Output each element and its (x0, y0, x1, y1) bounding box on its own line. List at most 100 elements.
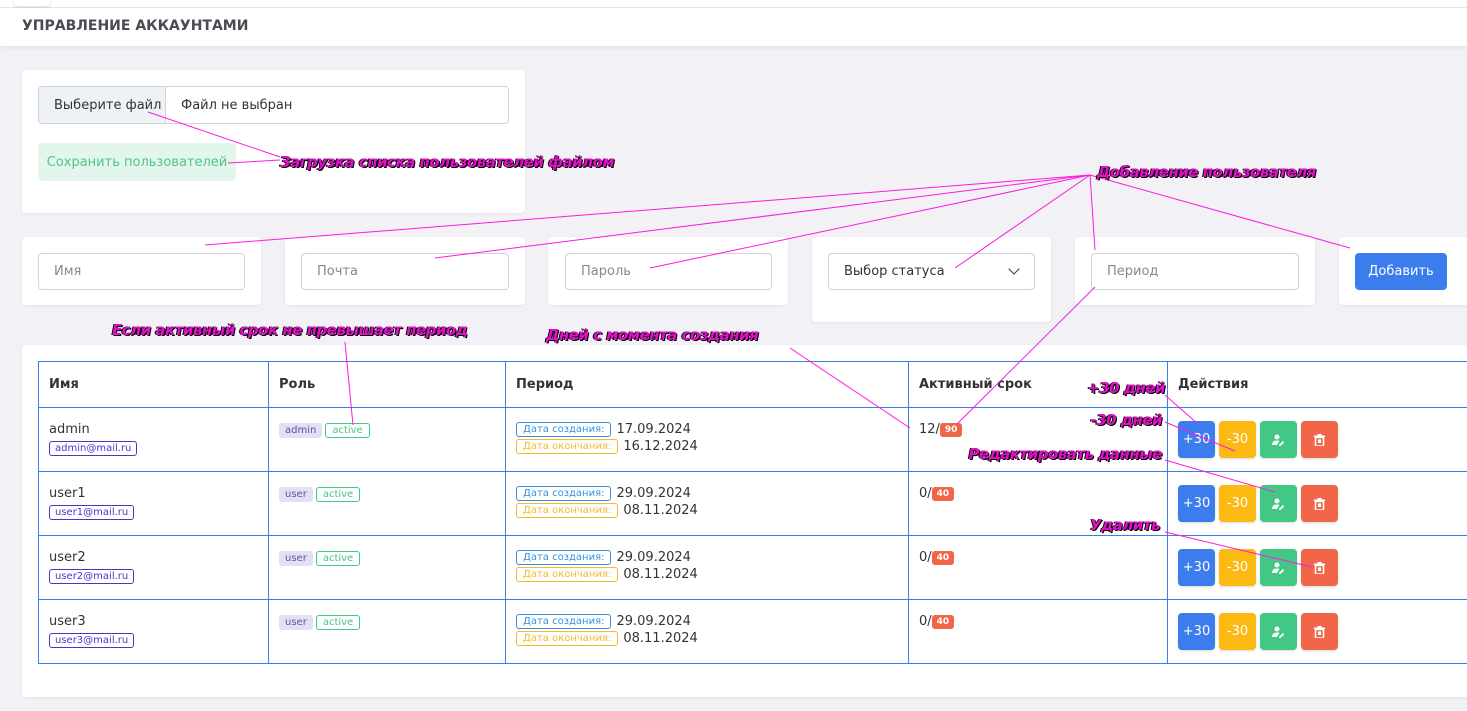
status-badge: active (315, 551, 361, 566)
user-edit-icon (1272, 562, 1285, 574)
created-date: 29.09.2024 (616, 614, 691, 629)
active-term-cell: 0/40 (908, 535, 1168, 600)
top-tab[interactable] (14, 0, 50, 6)
table-row: user3 user3@mail.ru user active Дата созда… (38, 599, 1467, 664)
role-badge: user (279, 551, 313, 566)
annotation-plus30: +30 дней (1087, 379, 1165, 397)
period-input[interactable]: Период (1091, 253, 1299, 290)
user-edit-icon (1272, 434, 1285, 446)
add-user-button[interactable]: Добавить (1355, 253, 1447, 290)
user-email: user3@mail.ru (49, 633, 135, 648)
status-select-value: Выбор статуса (844, 264, 945, 279)
trash-icon (1314, 561, 1325, 574)
user-email: user1@mail.ru (49, 505, 135, 520)
end-label: Дата окончания: (516, 567, 619, 582)
created-date: 29.09.2024 (616, 550, 691, 565)
role-cell: user active (268, 599, 506, 664)
end-date: 08.11.2024 (623, 567, 698, 582)
top-bar (0, 0, 1467, 8)
minus-30-button[interactable]: -30 (1219, 485, 1256, 522)
edit-button[interactable] (1260, 613, 1297, 650)
end-label: Дата окончания: (516, 503, 619, 518)
table-row: user1 user1@mail.ru user active Дата созда… (38, 471, 1467, 536)
period-cell: Дата создания: 29.09.2024 Дата окончания:… (505, 471, 909, 536)
chevron-down-icon (1008, 263, 1020, 275)
user-name: user1 (49, 486, 86, 501)
end-date: 08.11.2024 (623, 631, 698, 646)
role-cell: admin active (268, 407, 506, 472)
file-name-display: Файл не выбран (165, 86, 509, 124)
plus-30-button[interactable]: +30 (1178, 421, 1215, 458)
header-role: Роль (268, 361, 506, 408)
user-edit-icon (1272, 626, 1285, 638)
annotation-if-active: Если активный срок не превышает период (112, 321, 468, 339)
end-label: Дата окончания: (516, 631, 619, 646)
minus-30-button[interactable]: -30 (1219, 549, 1256, 586)
header-name: Имя (38, 361, 269, 408)
period-cell: Дата создания: 17.09.2024 Дата окончания:… (505, 407, 909, 472)
minus-30-button[interactable]: -30 (1219, 421, 1256, 458)
actions-cell: +30 -30 (1167, 535, 1467, 600)
plus-30-button[interactable]: +30 (1178, 549, 1215, 586)
created-label: Дата создания: (516, 550, 612, 565)
status-select[interactable]: Выбор статуса (828, 253, 1035, 290)
plus-30-button[interactable]: +30 (1178, 613, 1215, 650)
save-users-button[interactable]: Сохранить пользователей (38, 143, 236, 181)
annotation-delete: Удалить (1090, 516, 1160, 534)
period-badge: 90 (939, 422, 963, 437)
period-cell: Дата создания: 29.09.2024 Дата окончания:… (505, 599, 909, 664)
delete-button[interactable] (1301, 485, 1338, 522)
table-row: user2 user2@mail.ru user active Дата созда… (38, 535, 1467, 600)
period-badge: 40 (931, 614, 955, 629)
created-label: Дата создания: (516, 486, 612, 501)
active-days: 0/ (919, 486, 932, 501)
created-label: Дата создания: (516, 422, 612, 437)
delete-button[interactable] (1301, 549, 1338, 586)
role-cell: user active (268, 535, 506, 600)
table-header-row: Имя Роль Период Активный срок Действия (38, 361, 1467, 408)
role-cell: user active (268, 471, 506, 536)
password-input[interactable]: Пароль (565, 253, 772, 290)
name-cell: admin admin@mail.ru (38, 407, 269, 472)
annotation-file-upload: Загрузка списка пользователей файлом (280, 153, 615, 171)
created-label: Дата создания: (516, 614, 612, 629)
actions-cell: +30 -30 (1167, 599, 1467, 664)
delete-button[interactable] (1301, 613, 1338, 650)
minus-30-button[interactable]: -30 (1219, 613, 1256, 650)
role-badge: user (279, 487, 313, 502)
annotation-edit: Редактировать данные (968, 445, 1162, 463)
page-title: УПРАВЛЕНИЕ АККАУНТАМИ (22, 18, 249, 34)
period-cell: Дата создания: 29.09.2024 Дата окончания:… (505, 535, 909, 600)
user-name: user3 (49, 614, 86, 629)
delete-button[interactable] (1301, 421, 1338, 458)
edit-button[interactable] (1260, 549, 1297, 586)
header-actions: Действия (1167, 361, 1467, 408)
status-badge: active (315, 487, 361, 502)
trash-icon (1314, 497, 1325, 510)
end-date: 08.11.2024 (623, 503, 698, 518)
name-cell: user3 user3@mail.ru (38, 599, 269, 664)
annotation-minus30: -30 дней (1090, 411, 1163, 429)
user-name: user2 (49, 550, 86, 565)
role-badge: user (279, 615, 313, 630)
status-badge: active (325, 423, 370, 438)
email-input[interactable]: Почта (301, 253, 509, 290)
edit-button[interactable] (1260, 421, 1297, 458)
actions-cell: +30 -30 (1167, 471, 1467, 536)
plus-30-button[interactable]: +30 (1178, 485, 1215, 522)
edit-button[interactable] (1260, 485, 1297, 522)
created-date: 29.09.2024 (616, 486, 691, 501)
created-date: 17.09.2024 (616, 422, 691, 437)
active-days: 12/ (919, 422, 940, 437)
name-input[interactable]: Имя (38, 253, 245, 290)
user-email: admin@mail.ru (49, 441, 138, 456)
status-badge: active (315, 615, 361, 630)
name-cell: user1 user1@mail.ru (38, 471, 269, 536)
table-row: admin admin@mail.ru admin active Дата созд… (38, 407, 1467, 472)
period-badge: 40 (931, 486, 955, 501)
choose-file-button[interactable]: Выберите файл (38, 86, 166, 124)
end-date: 16.12.2024 (623, 439, 698, 454)
users-table: Имя Роль Период Активный срок Действия a… (38, 361, 1467, 664)
active-term-cell: 0/40 (908, 599, 1168, 664)
active-days: 0/ (919, 550, 932, 565)
